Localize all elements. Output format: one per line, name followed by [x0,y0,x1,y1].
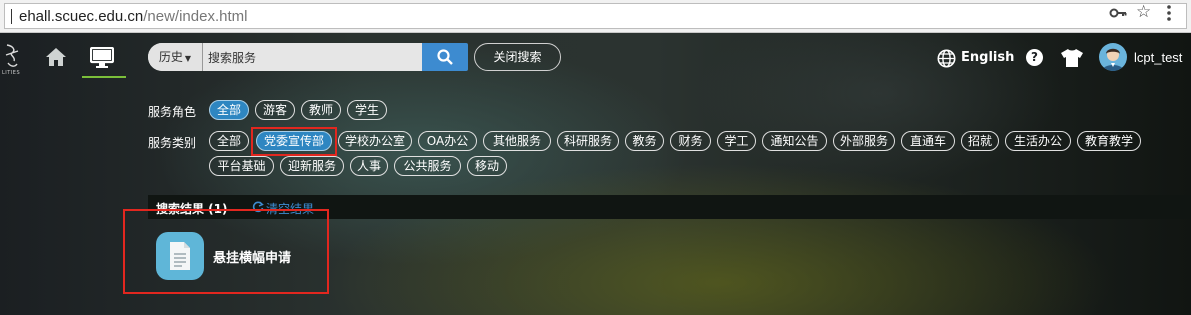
filter-chip[interactable]: 迎新服务 [280,156,344,176]
avatar[interactable] [1099,43,1127,71]
search-input[interactable] [204,43,422,71]
filter-chip[interactable]: 学生 [347,100,387,120]
text-caret [11,9,12,24]
address-bar[interactable]: ehall.scuec.edu.cn/new/index.html [4,3,1187,29]
history-dropdown[interactable]: 历史 ▼ [148,43,203,71]
logo-caption: LITIES [2,70,21,76]
url-path: /new/index.html [143,8,248,25]
search-button[interactable] [422,43,468,71]
address-url[interactable]: ehall.scuec.edu.cn/new/index.html [19,8,247,25]
category-filter-label: 服务类别 [148,136,197,150]
caret-down-icon: ▼ [184,54,192,63]
url-host: ehall.scuec.edu.cn [19,8,144,25]
username[interactable]: lcpt_test [1134,50,1182,65]
app-main: LITIES 历史▼ 关闭搜索 English ? lcpt_test 服务角色… [0,33,1191,315]
filter-chip[interactable]: 游客 [255,100,295,120]
browser-toolbar: ehall.scuec.edu.cn/new/index.html ☆ [0,0,1191,33]
filter-chip[interactable]: 学工 [717,131,756,151]
filter-chip[interactable]: 全部 [209,100,249,120]
active-nav-indicator [82,76,126,78]
filter-chip[interactable]: 教务 [625,131,664,151]
filter-chip[interactable]: 生活办公 [1005,131,1071,151]
filter-chip[interactable]: 学校办公室 [338,131,412,151]
filter-chip[interactable]: 外部服务 [833,131,895,151]
filter-chip[interactable]: 公共服务 [394,156,461,176]
filter-chip[interactable]: 财务 [670,131,711,151]
highlight-box-category [251,127,337,156]
filter-chip[interactable]: 直通车 [901,131,955,151]
skin-shirt-icon[interactable] [1060,48,1084,71]
search-bar: 历史 ▼ [148,43,422,71]
highlight-box-result [123,209,329,294]
language-switch[interactable]: English [961,50,1014,65]
filter-chip[interactable]: 全部 [209,131,249,151]
filter-chip[interactable]: 人事 [350,156,388,176]
filter-chip[interactable]: 教师 [301,100,341,120]
browser-menu-icon[interactable] [1166,4,1172,25]
filter-chip[interactable]: OA办公 [418,131,477,151]
filter-chip[interactable]: 教育教学 [1077,131,1141,151]
filter-chip[interactable]: 科研服务 [557,131,619,151]
globe-icon[interactable] [937,49,956,71]
help-icon[interactable]: ? [1026,49,1043,66]
role-filter-label: 服务角色 [148,105,197,119]
search-icon [437,49,453,65]
filter-chip[interactable]: 通知公告 [762,131,827,151]
bookmark-star-icon[interactable]: ☆ [1136,2,1151,22]
filter-chip[interactable]: 平台基础 [209,156,274,176]
desktop-icon[interactable] [89,46,115,72]
filter-chip[interactable]: 招就 [961,131,999,151]
filter-chip[interactable]: 移动 [467,156,507,176]
key-icon[interactable] [1109,3,1127,26]
close-search-button[interactable]: 关闭搜索 [474,43,561,71]
school-logo-icon[interactable] [4,43,20,73]
home-icon[interactable] [45,47,67,70]
history-label: 历史 [158,50,183,64]
filter-chip[interactable]: 其他服务 [483,131,551,151]
